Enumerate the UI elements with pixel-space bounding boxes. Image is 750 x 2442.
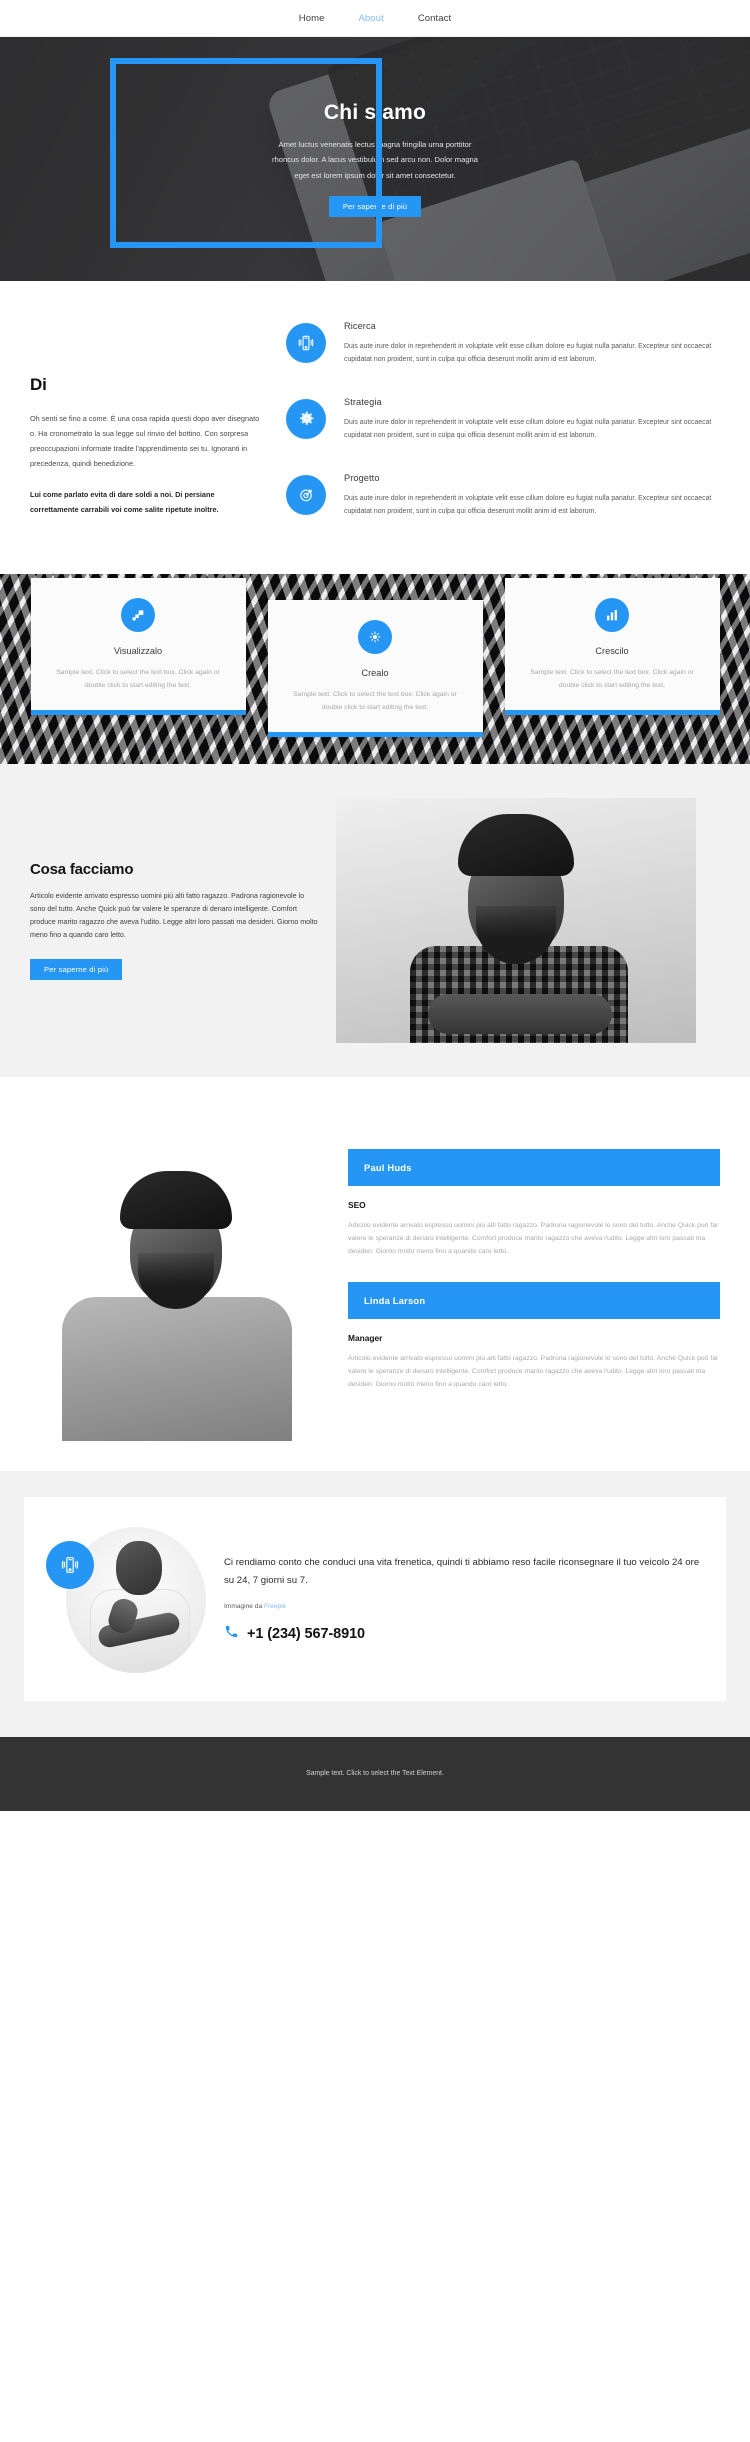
nav-link-about[interactable]: About [358, 13, 383, 24]
mobile-vibrate-icon [286, 323, 326, 363]
team-member-name[interactable]: Paul Huds [348, 1148, 720, 1186]
footer-text: Sample text. Click to select the Text El… [306, 1770, 444, 1778]
image-credit: Immagine da Freepik [224, 1603, 700, 1610]
contact-phone-number: +1 (234) 567-8910 [247, 1625, 366, 1642]
feature-text: Duis aute irure dolor in reprehenderit i… [344, 343, 712, 364]
card-title: Crescilo [595, 645, 629, 656]
photo-head-shape [116, 1540, 162, 1595]
feature-title: Ricerca [344, 321, 376, 331]
contact-text-block: Ci rendiamo conto che conduci una vita f… [218, 1554, 700, 1643]
nav-link-home[interactable]: Home [299, 13, 325, 24]
card-title: Visualizzalo [113, 645, 163, 656]
feature-body: Ricerca Duis aute irure dolor in reprehe… [344, 321, 720, 367]
feature-title: Progetto [344, 472, 380, 483]
contact-section: Ci rendiamo conto che conduci una vita f… [0, 1470, 750, 1737]
team-member-role: SEO [348, 1199, 366, 1210]
main-navigation: Home About Contact [0, 0, 750, 37]
team-member-name[interactable]: Linda Larson [348, 1282, 720, 1320]
contact-phone[interactable]: +1 (234) 567-8910 [224, 1624, 700, 1643]
card-text: Sample text. Click to select the text bo… [56, 668, 220, 690]
team-member-linda-larson: Linda Larson Manager Articolo evidente a… [348, 1282, 720, 1392]
hero-section: Chi siamo Amet luctus venenatis lectus m… [0, 37, 750, 281]
feature-list: Ricerca Duis aute irure dolor in reprehe… [286, 317, 720, 534]
layers-arrow-icon [121, 597, 155, 632]
contact-visual [42, 1519, 206, 1679]
target-dart-icon [286, 474, 326, 515]
what-we-do-section: Cosa facciamo Articolo evidente arrivato… [0, 763, 750, 1077]
about-paragraph: Oh senti se fino a come. È una cosa rapi… [30, 414, 260, 468]
photo-beanie-shape [120, 1170, 232, 1229]
contact-lead-text: Ci rendiamo conto che conduci una vita f… [224, 1556, 700, 1586]
photo-beanie-shape [458, 813, 574, 876]
phone-icon [224, 1624, 239, 1643]
team-photo [0, 1140, 330, 1441]
about-section: Di Oh senti se fino a come. È una cosa r… [0, 281, 750, 574]
card-title: Crealo [361, 667, 389, 678]
contact-card: Ci rendiamo conto che conduci una vita f… [24, 1496, 726, 1701]
team-member-bio: Articolo evidente arrivato espresso uomi… [348, 1355, 719, 1389]
card-crealo[interactable]: Crealo Sample text. Click to select the … [267, 599, 483, 738]
what-we-do-heading: Cosa facciamo [30, 860, 134, 878]
image-credit-link[interactable]: Freepik [264, 1603, 286, 1610]
team-section: Paul Huds SEO Articolo evidente arrivato… [0, 1076, 750, 1471]
feature-body: Strategia Duis aute irure dolor in repre… [344, 397, 720, 443]
cards-row: Visualizzalo Sample text. Click to selec… [30, 577, 720, 738]
what-we-do-text: Cosa facciamo Articolo evidente arrivato… [30, 861, 320, 980]
photo-arms-shape [428, 993, 612, 1034]
team-member-role: Manager [348, 1333, 383, 1344]
nav-link-contact[interactable]: Contact [418, 13, 451, 24]
feature-title: Strategia [344, 396, 382, 407]
card-crescilo[interactable]: Crescilo Sample text. Click to select th… [504, 577, 720, 716]
team-member-paul-huds: Paul Huds SEO Articolo evidente arrivato… [348, 1148, 720, 1259]
mobile-vibrate-icon [46, 1540, 94, 1589]
what-we-do-photo [336, 797, 696, 1043]
card-text: Sample text. Click to select the text bo… [530, 668, 694, 690]
about-heading: Di [30, 375, 47, 394]
card-visualizzalo[interactable]: Visualizzalo Sample text. Click to selec… [30, 577, 246, 716]
bar-chart-icon [595, 597, 629, 632]
what-we-do-paragraph: Articolo evidente arrivato espresso uomi… [30, 891, 318, 939]
what-we-do-cta-button[interactable]: Per saperne di più [30, 958, 123, 980]
cards-section: Visualizzalo Sample text. Click to selec… [0, 573, 750, 764]
card-text: Sample text. Click to select the text bo… [293, 690, 457, 712]
feature-item-ricerca: Ricerca Duis aute irure dolor in reprehe… [286, 321, 720, 367]
team-members-list: Paul Huds SEO Articolo evidente arrivato… [348, 1105, 720, 1416]
feature-text: Duis aute irure dolor in reprehenderit i… [344, 418, 712, 440]
feature-item-progetto: Progetto Duis aute irure dolor in repreh… [286, 473, 720, 519]
hero-accent-frame [110, 58, 382, 248]
feature-item-strategia: Strategia Duis aute irure dolor in repre… [286, 397, 720, 443]
page-footer: Sample text. Click to select the Text El… [0, 1736, 750, 1811]
team-member-bio: Articolo evidente arrivato espresso uomi… [348, 1221, 719, 1255]
image-credit-prefix: Immagine da [224, 1603, 264, 1611]
feature-body: Progetto Duis aute irure dolor in repreh… [344, 473, 720, 519]
spark-node-icon [358, 619, 392, 654]
about-paragraph-bold: Lui come parlato evita di dare soldi a n… [30, 489, 219, 514]
about-text-column: Di Oh senti se fino a come. È una cosa r… [30, 317, 260, 534]
photo-torso-shape [62, 1296, 292, 1441]
feature-text: Duis aute irure dolor in reprehenderit i… [344, 494, 712, 516]
gear-icon [286, 398, 326, 439]
